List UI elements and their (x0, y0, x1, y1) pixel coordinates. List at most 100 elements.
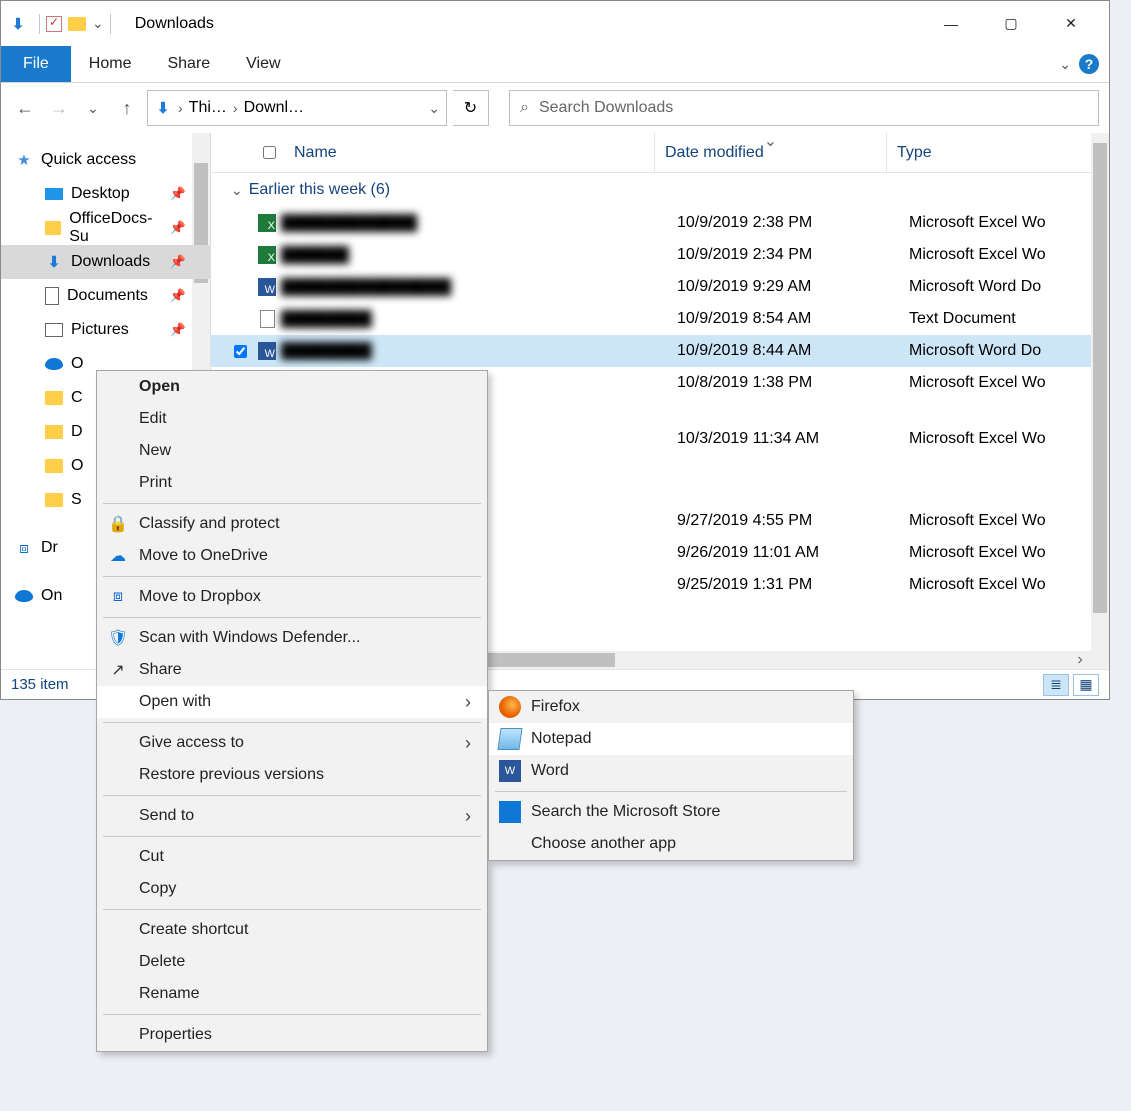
search-placeholder: Search Downloads (539, 99, 673, 117)
search-box[interactable]: ⌕ Search Downloads (509, 90, 1099, 126)
pin-icon: 📌 (170, 220, 186, 236)
file-type: Microsoft Excel Wo (901, 430, 1109, 448)
column-name[interactable]: Name (225, 133, 655, 172)
maximize-button[interactable]: ▢ (981, 5, 1041, 43)
ribbon-tab-home[interactable]: Home (71, 46, 150, 82)
ctx-move-dropbox[interactable]: ⧈Move to Dropbox (97, 581, 487, 613)
folder-icon (45, 425, 63, 439)
pic-icon (45, 323, 63, 337)
ctx-cut[interactable]: Cut (97, 841, 487, 873)
row-checkbox[interactable] (234, 345, 247, 358)
onedrive-icon (15, 590, 33, 602)
forward-button[interactable]: → (45, 94, 73, 122)
ribbon-tabs: File Home Share View ⌄ ? (1, 46, 1109, 83)
group-header[interactable]: ⌄ Earlier this week (6) (211, 173, 1109, 207)
openwith-choose[interactable]: Choose another app (489, 828, 853, 860)
breadcrumb-thispc[interactable]: Thi… (189, 99, 227, 117)
ctx-separator (103, 576, 481, 577)
close-button[interactable]: ✕ (1041, 5, 1101, 43)
openwith-notepad[interactable]: Notepad (489, 723, 853, 755)
ribbon-tab-file[interactable]: File (1, 46, 71, 82)
ctx-edit[interactable]: Edit (97, 403, 487, 435)
shield-icon: 🛡 (107, 627, 129, 649)
qat-customize-icon[interactable]: ⌄ (92, 15, 104, 32)
file-type: Microsoft Word Do (901, 278, 1109, 296)
sidebar-item[interactable]: OfficeDocs-Su📌 (1, 211, 210, 245)
ctx-separator (103, 1014, 481, 1015)
file-type-icon (253, 278, 281, 296)
back-button[interactable]: ← (11, 94, 39, 122)
ctx-new[interactable]: New (97, 435, 487, 467)
sidebar-item-label: Pictures (71, 321, 129, 339)
sidebar-item[interactable]: ⬇Downloads📌 (1, 245, 210, 279)
sidebar-item[interactable]: Pictures📌 (1, 313, 210, 347)
ribbon-tab-view[interactable]: View (228, 46, 298, 82)
tree-label: Dr (41, 539, 58, 557)
qat-separator (39, 14, 40, 34)
openwith-word[interactable]: WWord (489, 755, 853, 787)
ribbon-tab-share[interactable]: Share (149, 46, 228, 82)
file-date: 9/26/2019 11:01 AM (669, 544, 901, 562)
column-type[interactable]: Type (887, 133, 1109, 172)
openwith-store[interactable]: Search the Microsoft Store (489, 796, 853, 828)
openwith-firefox[interactable]: Firefox (489, 691, 853, 723)
ctx-rename[interactable]: Rename (97, 978, 487, 1010)
breadcrumb-downloads[interactable]: Downl… (244, 99, 304, 117)
dropbox-icon: ⧈ (107, 586, 129, 608)
view-thumbnails-button[interactable]: ▦ (1073, 674, 1099, 696)
folder-icon (45, 493, 63, 507)
ctx-separator (103, 836, 481, 837)
help-button[interactable]: ? (1079, 54, 1099, 74)
breadcrumb-chevron-icon[interactable]: › (178, 100, 183, 116)
column-date[interactable]: Date modified (655, 133, 887, 172)
file-name: ████████ (281, 310, 669, 328)
address-bar[interactable]: ⬇ › Thi… › Downl… ⌄ (147, 90, 447, 126)
share-icon: ↗ (107, 659, 129, 681)
ctx-classify[interactable]: 🔒Classify and protect (97, 508, 487, 540)
ctx-delete[interactable]: Delete (97, 946, 487, 978)
file-row[interactable]: ███████████████10/9/2019 9:29 AMMicrosof… (211, 271, 1109, 303)
tree-quick-access[interactable]: ★ Quick access (1, 143, 210, 177)
ctx-give-access[interactable]: Give access to› (97, 727, 487, 759)
ctx-separator (103, 503, 481, 504)
recent-locations-button[interactable]: ⌄ (79, 94, 107, 122)
select-all-checkbox[interactable] (263, 146, 276, 159)
group-collapse-icon[interactable]: ⌄ (231, 182, 243, 199)
ctx-print[interactable]: Print (97, 467, 487, 499)
file-type: Microsoft Word Do (901, 342, 1109, 360)
file-date: 9/25/2019 1:31 PM (669, 576, 901, 594)
up-button[interactable]: ↑ (113, 94, 141, 122)
sidebar-item[interactable]: Desktop📌 (1, 177, 210, 211)
ctx-move-onedrive[interactable]: ☁Move to OneDrive (97, 540, 487, 572)
ctx-separator (103, 722, 481, 723)
file-type: Microsoft Excel Wo (901, 576, 1109, 594)
chevron-right-icon: › (465, 733, 471, 754)
breadcrumb-chevron-icon[interactable]: › (233, 100, 238, 116)
refresh-button[interactable]: ↻ (453, 90, 489, 126)
file-row[interactable]: ██████10/9/2019 2:34 PMMicrosoft Excel W… (211, 239, 1109, 271)
ctx-scan-defender[interactable]: 🛡Scan with Windows Defender... (97, 622, 487, 654)
qat-properties-icon[interactable]: ✓ (46, 16, 62, 32)
ctx-open-with[interactable]: Open with› (97, 686, 487, 718)
ctx-create-shortcut[interactable]: Create shortcut (97, 914, 487, 946)
ctx-share[interactable]: ↗Share (97, 654, 487, 686)
ctx-properties[interactable]: Properties (97, 1019, 487, 1051)
ctx-copy[interactable]: Copy (97, 873, 487, 905)
minimize-button[interactable]: — (921, 5, 981, 43)
ctx-send-to[interactable]: Send to› (97, 800, 487, 832)
qat-newfolder-icon[interactable] (68, 17, 86, 31)
sidebar-item[interactable]: Documents📌 (1, 279, 210, 313)
ctx-restore-versions[interactable]: Restore previous versions (97, 759, 487, 791)
chevron-right-icon: › (465, 692, 471, 713)
content-scrollbar[interactable] (1091, 133, 1109, 669)
ctx-separator (103, 909, 481, 910)
file-row[interactable]: ████████10/9/2019 8:54 AMText Document (211, 303, 1109, 335)
file-row[interactable]: ████████10/9/2019 8:44 AMMicrosoft Word … (211, 335, 1109, 367)
ctx-open[interactable]: Open (97, 371, 487, 403)
breadcrumb-dropdown-icon[interactable]: ⌄ (428, 100, 440, 117)
file-row[interactable]: ████████████10/9/2019 2:38 PMMicrosoft E… (211, 207, 1109, 239)
file-date: 10/9/2019 2:38 PM (669, 214, 901, 232)
file-type: Microsoft Excel Wo (901, 246, 1109, 264)
ribbon-collapse-icon[interactable]: ⌄ (1059, 56, 1071, 73)
view-details-button[interactable]: ≣ (1043, 674, 1069, 696)
